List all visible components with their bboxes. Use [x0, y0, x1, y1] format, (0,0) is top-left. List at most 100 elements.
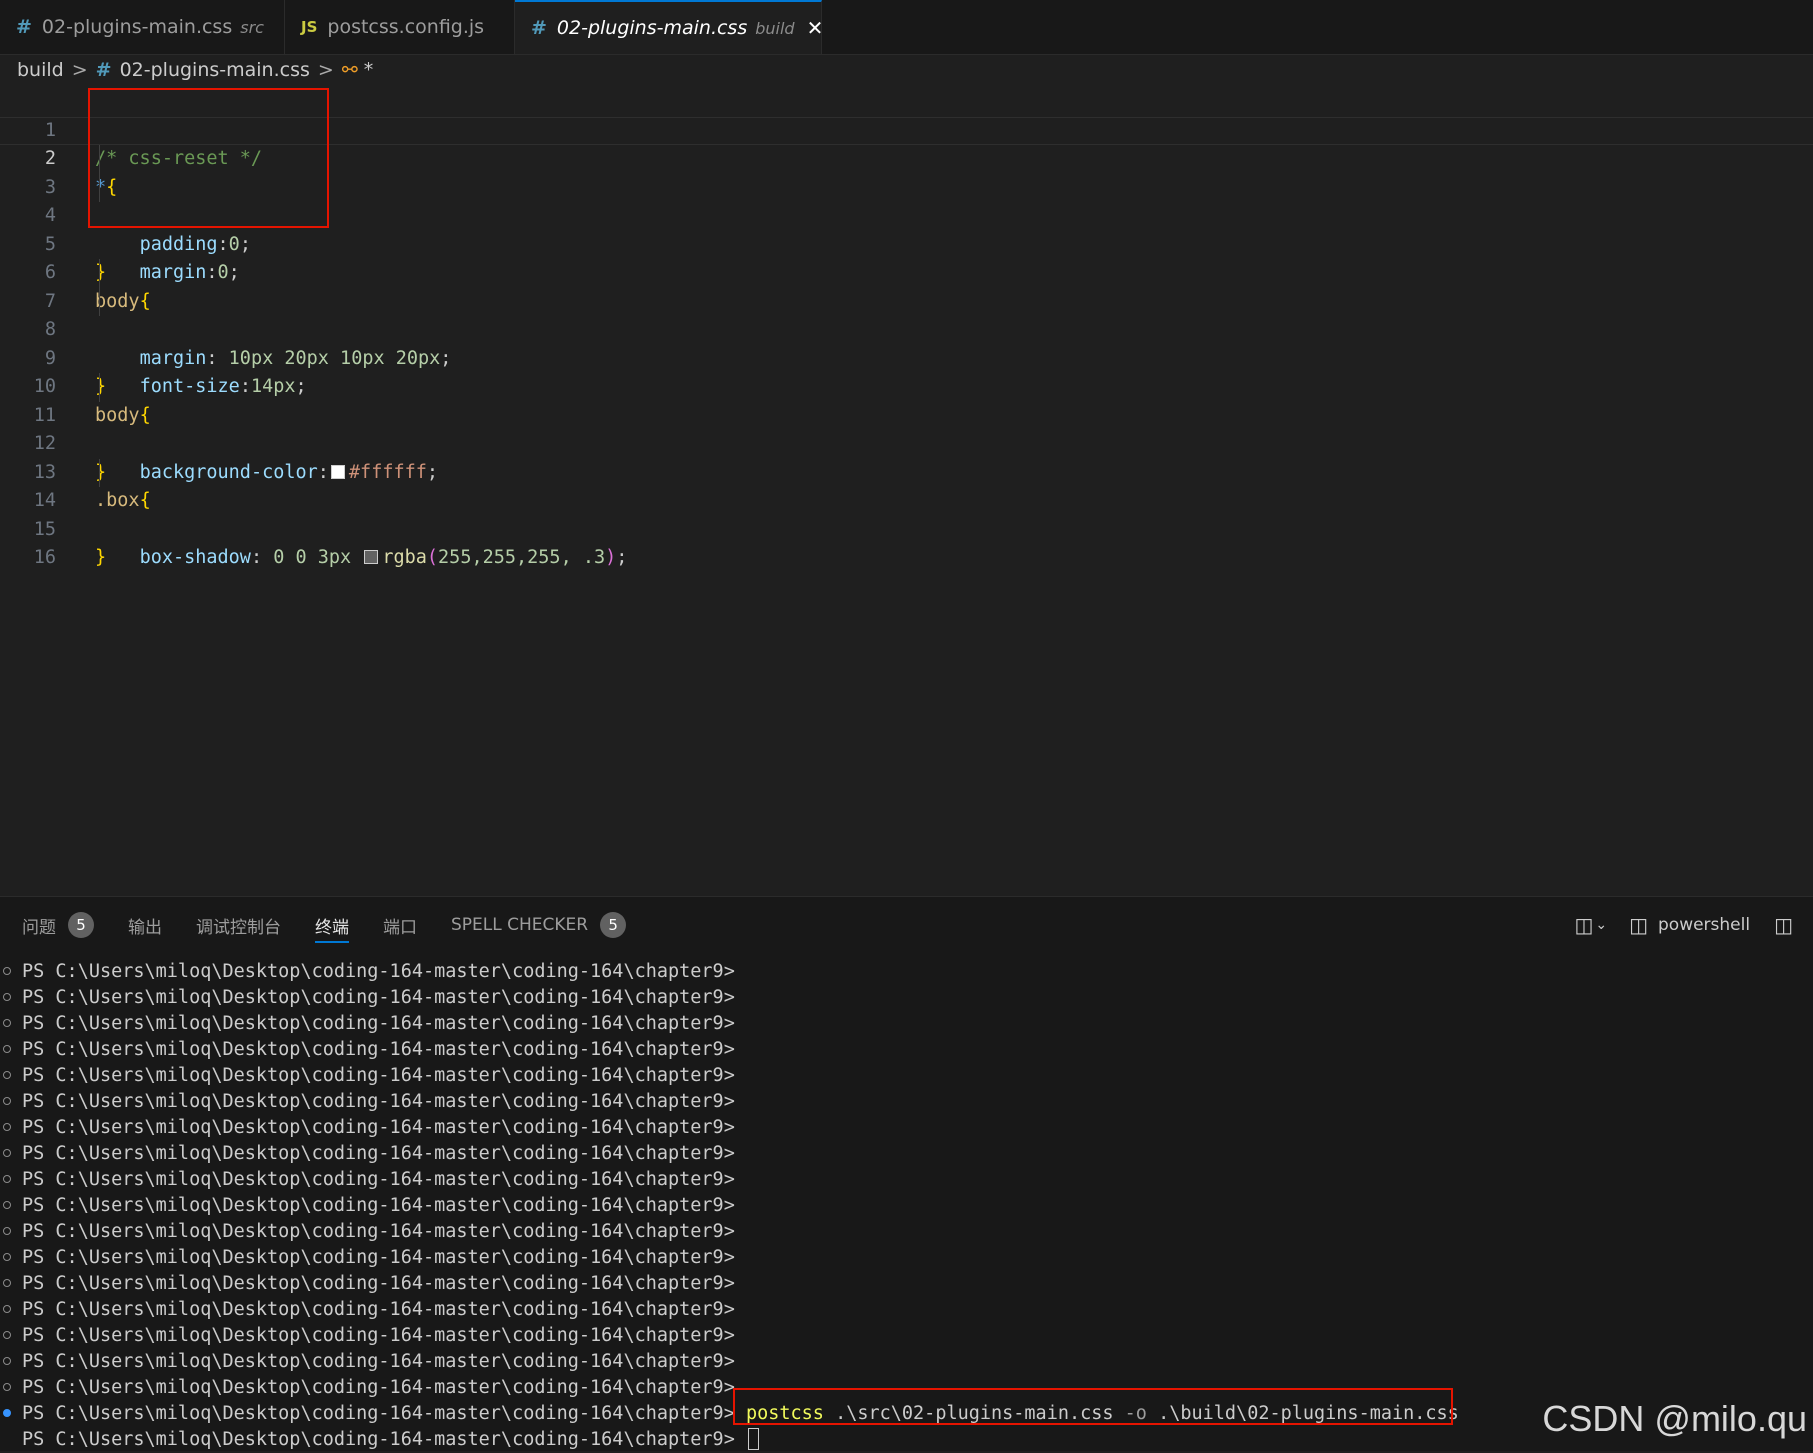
tab-src-plugins-main-css[interactable]: # 02-plugins-main.css src [0, 0, 285, 54]
terminal-cursor [747, 1428, 759, 1450]
indent-guide [99, 373, 100, 402]
code-line-current: 2 *{ [0, 117, 1813, 198]
command-status-icon[interactable] [3, 993, 11, 1001]
code-line: 15 } [0, 487, 1813, 569]
css-file-icon: # [16, 16, 32, 38]
terminal-prompt: PS C:\Users\miloq\Desktop\coding-164-mas… [22, 1117, 735, 1138]
tab-label: postcss.config.js [327, 16, 485, 38]
indent-guide [99, 145, 100, 174]
command-status-icon[interactable] [3, 967, 11, 975]
split-terminal-icon[interactable]: ◫ [1574, 913, 1593, 937]
terminal-prompt: PS C:\Users\miloq\Desktop\coding-164-mas… [22, 1299, 735, 1320]
code-line: 4 margin:0; [0, 173, 1813, 283]
editor-tab-bar: # 02-plugins-main.css src JS postcss.con… [0, 0, 1813, 55]
terminal-prompt: PS C:\Users\miloq\Desktop\coding-164-mas… [22, 1325, 735, 1346]
breadcrumb-folder[interactable]: build [17, 59, 64, 81]
terminal-shell-name[interactable]: powershell [1658, 915, 1750, 935]
command-status-icon[interactable] [3, 1253, 11, 1261]
color-swatch[interactable] [364, 550, 379, 564]
code-line: 6 body{ [0, 231, 1813, 312]
tab-problems[interactable]: 问题 5 [22, 897, 94, 953]
terminal-line: PS C:\Users\miloq\Desktop\coding-164-mas… [0, 1427, 1813, 1453]
command-status-icon[interactable] [3, 1019, 11, 1027]
terminal-line: PS C:\Users\miloq\Desktop\coding-164-mas… [0, 1141, 1813, 1167]
code-line: 13 .box{ [0, 430, 1813, 512]
terminal-prompt: PS C:\Users\miloq\Desktop\coding-164-mas… [22, 1221, 735, 1242]
terminal-line: PS C:\Users\miloq\Desktop\coding-164-mas… [0, 1063, 1813, 1089]
code-line: 16 [0, 516, 1813, 568]
tab-postcss-config-js[interactable]: JS postcss.config.js [285, 0, 515, 54]
tab-spell-checker[interactable]: SPELL CHECKER 5 [451, 897, 627, 953]
tab-label: 端口 [383, 917, 417, 938]
command-status-icon[interactable] [3, 1227, 11, 1235]
terminal-line: PS C:\Users\miloq\Desktop\coding-164-mas… [0, 1011, 1813, 1037]
tab-debug-console[interactable]: 调试控制台 [196, 897, 281, 953]
terminal-line: PS C:\Users\miloq\Desktop\coding-164-mas… [0, 1375, 1813, 1401]
command-status-icon[interactable] [3, 1175, 11, 1183]
code-line: 9 } [0, 316, 1813, 398]
watermark: CSDN @milo.qu [1542, 1398, 1807, 1439]
colon: : [250, 547, 274, 568]
css-function: rgba [382, 547, 427, 568]
code-line: 5 } [0, 202, 1813, 284]
problems-count-badge: 5 [68, 912, 94, 938]
command-status-icon[interactable] [3, 1357, 11, 1365]
command-status-icon[interactable] [3, 1305, 11, 1313]
symbol-icon: ⚯ [341, 59, 358, 81]
paren: ) [605, 547, 617, 568]
breadcrumb-symbol[interactable]: * [364, 59, 374, 81]
command-status-icon[interactable] [3, 1279, 11, 1287]
command-name: postcss [745, 1403, 824, 1424]
tab-label: 终端 [315, 917, 349, 938]
terminal-line: PS C:\Users\miloq\Desktop\coding-164-mas… [0, 1219, 1813, 1245]
terminal-prompt: PS C:\Users\miloq\Desktop\coding-164-mas… [22, 1039, 735, 1060]
command-status-icon[interactable] [3, 1383, 11, 1391]
terminal-prompt: PS C:\Users\miloq\Desktop\coding-164-mas… [22, 1247, 735, 1268]
command-status-icon[interactable] [3, 1331, 11, 1339]
terminal-line: PS C:\Users\miloq\Desktop\coding-164-mas… [0, 1297, 1813, 1323]
tab-description: src [240, 17, 264, 37]
code-editor[interactable]: 1 /* css-reset */ 2 *{ 3 padding:0; 4 ma… [0, 88, 1813, 896]
close-icon[interactable]: ✕ [807, 16, 824, 40]
code-line: 12 } [0, 402, 1813, 483]
terminal-line: PS C:\Users\miloq\Desktop\coding-164-mas… [0, 1167, 1813, 1193]
terminal-line: PS C:\Users\miloq\Desktop\coding-164-mas… [0, 1193, 1813, 1219]
command-arg: .\src\02-plugins-main.css [823, 1403, 1125, 1424]
chevron-right-icon: > [317, 59, 334, 81]
code-line: 3 padding:0; [0, 145, 1813, 255]
indent-guide [99, 259, 100, 288]
toggle-panel-icon[interactable]: ◫ [1774, 913, 1793, 937]
command-status-icon[interactable] [3, 1201, 11, 1209]
tab-label: SPELL CHECKER [451, 915, 589, 935]
code-line: 14 box-shadow: 0 0 3px rgba(255,255,255,… [0, 458, 1813, 568]
terminal-prompt: PS C:\Users\miloq\Desktop\coding-164-mas… [22, 1065, 735, 1086]
command-status-icon[interactable] [3, 1123, 11, 1131]
tab-build-plugins-main-css[interactable]: # 02-plugins-main.css build ✕ [515, 0, 824, 54]
chevron-down-icon[interactable]: ⌄ [1595, 917, 1607, 933]
code-line: 11 background-color: #ffffff; [0, 373, 1813, 483]
tab-ports[interactable]: 端口 [383, 897, 417, 953]
css-file-icon: # [95, 59, 112, 81]
breadcrumb: build > # 02-plugins-main.css > ⚯ * [0, 54, 1813, 86]
command-flag: -o [1124, 1403, 1147, 1424]
terminal-line: PS C:\Users\miloq\Desktop\coding-164-mas… [0, 1323, 1813, 1349]
panel-tab-bar: 问题 5 输出 调试控制台 终端 端口 SPELL CHECKER 5 [0, 897, 1813, 953]
tab-terminal[interactable]: 终端 [315, 897, 349, 953]
paren: ( [426, 547, 439, 568]
terminal-output[interactable]: PS C:\Users\miloq\Desktop\coding-164-mas… [0, 959, 1813, 1453]
command-status-icon[interactable] [3, 1045, 11, 1053]
command-status-icon[interactable] [3, 1149, 11, 1157]
terminal-prompt: PS C:\Users\miloq\Desktop\coding-164-mas… [22, 1169, 735, 1190]
terminal-icon[interactable]: ◫ [1629, 913, 1648, 937]
tab-label: 问题 [22, 917, 56, 938]
tab-output[interactable]: 输出 [128, 897, 162, 953]
command-status-icon[interactable] [3, 1071, 11, 1079]
js-file-icon: JS [301, 18, 318, 36]
css-value: 0 0 3px [273, 547, 363, 568]
command-status-icon[interactable] [3, 1409, 11, 1417]
breadcrumb-file[interactable]: 02-plugins-main.css [120, 59, 310, 81]
command-status-icon[interactable] [3, 1097, 11, 1105]
indent-guide [99, 287, 100, 316]
code-line: 1 /* css-reset */ [0, 88, 1813, 170]
terminal-prompt: PS C:\Users\miloq\Desktop\coding-164-mas… [22, 1143, 735, 1164]
